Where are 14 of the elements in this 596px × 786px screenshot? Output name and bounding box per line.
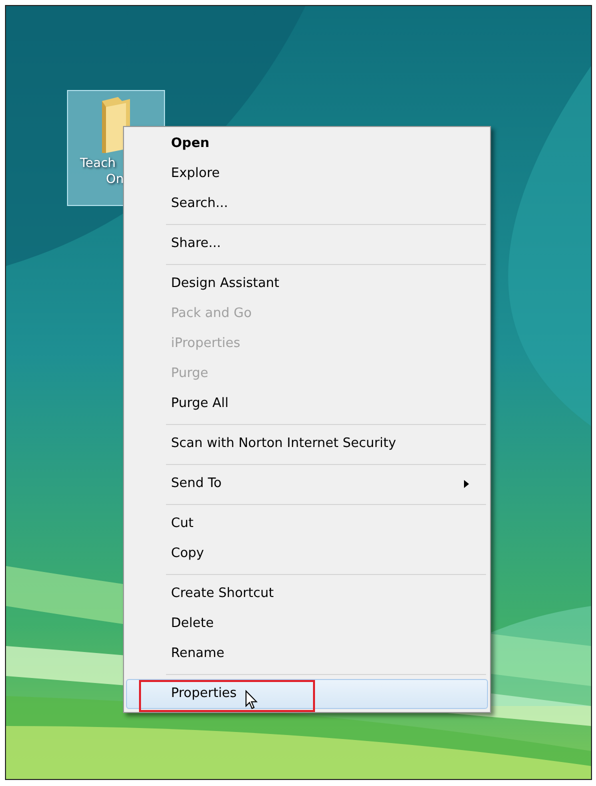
menu-item[interactable]: Scan with Norton Internet Security — [126, 429, 488, 459]
menu-item[interactable]: Delete — [126, 609, 488, 639]
icon-label: Teach — [79, 155, 116, 171]
menu-item[interactable]: Rename — [126, 639, 488, 669]
cursor-icon — [245, 690, 258, 710]
menu-item[interactable]: Purge All — [126, 389, 488, 419]
menu-item[interactable]: Design Assistant — [126, 269, 488, 299]
icon-label: On — [105, 171, 124, 187]
menu-item[interactable]: Cut — [126, 509, 488, 539]
menu-item[interactable]: Share... — [126, 229, 488, 259]
menu-item[interactable]: Properties — [126, 679, 488, 709]
menu-item[interactable]: Create Shortcut — [126, 579, 488, 609]
menu-item[interactable]: Copy — [126, 539, 488, 569]
menu-item[interactable]: Send To — [126, 469, 488, 499]
